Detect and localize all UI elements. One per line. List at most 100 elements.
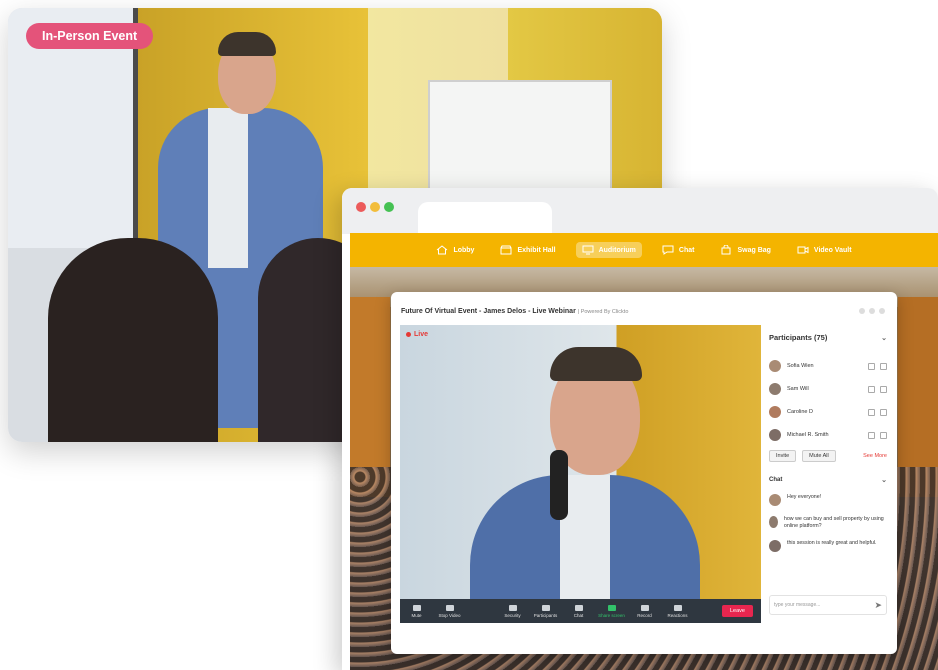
side-panel: Participants (75) ⌄ Sofia Wien Sam Will … <box>769 325 887 625</box>
nav-exhibit-hall[interactable]: Exhibit Hall <box>494 242 561 258</box>
powered-by-text: | Powered By Clickto <box>577 309 629 315</box>
participant-actions: Invite Mute All See More <box>769 450 887 462</box>
webinar-title-text: Future Of Virtual Event - James Delos - … <box>401 308 576 315</box>
send-icon[interactable]: ➤ <box>874 600 882 611</box>
reactions-button[interactable]: Reactions <box>661 604 694 618</box>
chat-message-text: Hey everyone! <box>787 494 822 500</box>
control-label: Reactions <box>667 612 688 618</box>
bag-icon <box>721 245 731 255</box>
participant-row: Sam Will <box>769 382 887 396</box>
chat-input[interactable]: type your message... ➤ <box>769 595 887 615</box>
mute-button[interactable]: Mute <box>400 604 433 618</box>
speaker-hair <box>550 347 642 381</box>
participant-row: Sofia Wien <box>769 359 887 373</box>
store-icon <box>500 245 512 255</box>
mic-icon[interactable] <box>868 408 875 416</box>
participant-name: Sofia Wien <box>787 363 814 369</box>
participant-name: Sam Will <box>787 386 809 392</box>
share-screen-button[interactable]: Share screen <box>595 604 628 618</box>
shield-icon <box>508 604 517 611</box>
avatar <box>769 516 778 528</box>
invite-button[interactable]: Invite <box>769 450 797 462</box>
chevron-down-icon[interactable]: ⌄ <box>881 334 887 342</box>
mic-icon[interactable] <box>868 362 875 370</box>
window-dot[interactable] <box>879 308 885 314</box>
chat-title: Chat <box>769 477 783 483</box>
chat-button[interactable]: Chat <box>562 604 595 618</box>
browser-tab[interactable] <box>418 202 552 234</box>
speaker-hair <box>218 32 276 56</box>
chevron-down-icon[interactable]: ⌄ <box>881 476 887 484</box>
control-label: Share screen <box>598 612 625 618</box>
chat-message-text: how we can buy and sell property by usin… <box>783 516 884 529</box>
nav-lobby[interactable]: Lobby <box>430 242 480 258</box>
audience-member <box>48 238 218 442</box>
mic-off-icon[interactable] <box>868 431 875 439</box>
avatar <box>769 406 781 418</box>
camera-icon <box>445 604 454 611</box>
flipchart <box>428 80 612 199</box>
control-label: Record <box>637 612 652 618</box>
share-screen-icon <box>607 604 616 611</box>
chat-message: how we can buy and sell property by usin… <box>769 516 887 530</box>
nav-auditorium[interactable]: Auditorium <box>575 242 642 258</box>
security-button[interactable]: Security <box>496 604 529 618</box>
chat-message-text: this session is really great and helpful… <box>787 540 877 546</box>
record-button[interactable]: Record <box>628 604 661 618</box>
control-label: Mute <box>411 612 422 618</box>
speaker-shirt <box>208 108 248 268</box>
participant-name: Michael R. Smith <box>787 432 829 438</box>
people-icon <box>541 604 550 611</box>
browser-chrome <box>342 188 938 234</box>
control-label: Participants <box>533 612 558 618</box>
participants-title: Participants (75) <box>769 333 828 342</box>
live-dot-icon <box>406 332 411 337</box>
camera-icon[interactable] <box>880 408 887 416</box>
event-navbar: Lobby Exhibit Hall Auditorium Chat Swag … <box>350 233 938 267</box>
chat-icon <box>574 604 583 611</box>
stop-video-button[interactable]: Stop Video <box>433 604 466 618</box>
close-dot[interactable] <box>356 202 366 212</box>
window-dot[interactable] <box>869 308 875 314</box>
nav-label: Auditorium <box>598 246 636 254</box>
nav-chat[interactable]: Chat <box>656 242 701 258</box>
nav-video-vault[interactable]: Video Vault <box>791 242 858 258</box>
avatar <box>769 540 781 552</box>
mic-icon <box>412 604 421 611</box>
see-more-link[interactable]: See More <box>863 453 887 459</box>
avatar <box>769 360 781 372</box>
webinar-title: Future Of Virtual Event - James Delos - … <box>401 308 628 315</box>
webinar-panel: Future Of Virtual Event - James Delos - … <box>391 292 897 654</box>
maximize-dot[interactable] <box>384 202 394 212</box>
nav-swag-bag[interactable]: Swag Bag <box>714 242 776 258</box>
panel-window-controls <box>859 308 885 314</box>
home-icon <box>437 245 448 255</box>
participant-row: Caroline D <box>769 405 887 419</box>
chat-input-placeholder: type your message... <box>774 602 821 608</box>
nav-label: Lobby <box>453 246 475 254</box>
in-person-badge: In-Person Event <box>26 23 154 49</box>
live-label: Live <box>414 331 429 338</box>
camera-icon[interactable] <box>880 362 887 370</box>
avatar <box>769 429 781 441</box>
nav-label: Video Vault <box>813 246 852 254</box>
mic-off-icon[interactable] <box>868 385 875 393</box>
camera-icon[interactable] <box>880 431 887 439</box>
avatar <box>769 383 781 395</box>
nav-label: Chat <box>678 246 695 254</box>
control-label: Stop Video <box>438 612 461 618</box>
participants-header[interactable]: Participants (75) ⌄ <box>769 333 887 342</box>
record-icon <box>640 604 649 611</box>
meeting-controls: Mute Stop Video Security Participants Ch… <box>400 599 761 623</box>
chat-header[interactable]: Chat ⌄ <box>769 476 887 484</box>
chat-icon <box>662 245 674 255</box>
participant-row: Michael R. Smith <box>769 428 887 442</box>
control-label: Security <box>504 612 521 618</box>
microphone <box>550 450 568 520</box>
camera-icon[interactable] <box>880 385 887 393</box>
minimize-dot[interactable] <box>370 202 380 212</box>
leave-button[interactable]: Leave <box>722 605 753 617</box>
window-dot[interactable] <box>859 308 865 314</box>
participants-button[interactable]: Participants <box>529 604 562 618</box>
mute-all-button[interactable]: Mute All <box>802 450 836 462</box>
